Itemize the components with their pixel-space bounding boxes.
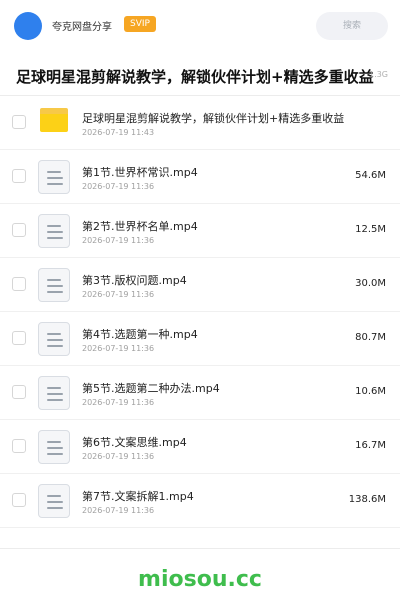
document-icon	[38, 160, 70, 194]
file-name: 第4节.选题第一种.mp4	[82, 328, 198, 341]
footer: miosou.cc	[0, 548, 400, 600]
list-item[interactable]: 第1节.世界杯常识.mp4 2026-07-19 11:36 54.6M	[0, 150, 400, 204]
select-checkbox[interactable]	[12, 493, 26, 507]
select-checkbox[interactable]	[12, 331, 26, 345]
select-checkbox[interactable]	[12, 439, 26, 453]
share-title-row: 足球明星混剪解说教学，解锁伙伴计划+精选多重收益 1.3G	[0, 56, 400, 96]
document-icon	[38, 484, 70, 518]
file-size: 138.6M	[348, 494, 386, 505]
file-date: 2026-07-19 11:36	[82, 452, 155, 461]
file-size: 80.7M	[355, 332, 386, 343]
file-date: 2026-07-19 11:36	[82, 398, 155, 407]
page-title: 足球明星混剪解说教学，解锁伙伴计划+精选多重收益	[16, 68, 374, 86]
list-item[interactable]: 足球明星混剪解说教学，解锁伙伴计划+精选多重收益 2026-07-19 11:4…	[0, 96, 400, 150]
total-size: 1.3G	[369, 70, 388, 79]
file-size: 12.5M	[355, 224, 386, 235]
file-name: 第5节.选题第二种办法.mp4	[82, 382, 220, 395]
document-icon	[38, 430, 70, 464]
file-size: 54.6M	[355, 170, 386, 181]
file-name: 第7节.文案拆解1.mp4	[82, 490, 194, 503]
list-item[interactable]: 第7节.文案拆解1.mp4 2026-07-19 11:36 138.6M	[0, 474, 400, 528]
file-size: 16.7M	[355, 440, 386, 451]
file-name: 第2节.世界杯名单.mp4	[82, 220, 198, 233]
select-checkbox[interactable]	[12, 169, 26, 183]
document-icon	[38, 214, 70, 248]
file-date: 2026-07-19 11:36	[82, 506, 155, 515]
file-name: 第3节.版权问题.mp4	[82, 274, 187, 287]
list-item[interactable]: 第6节.文案思维.mp4 2026-07-19 11:36 16.7M	[0, 420, 400, 474]
list-item[interactable]: 第4节.选题第一种.mp4 2026-07-19 11:36 80.7M	[0, 312, 400, 366]
document-icon	[38, 322, 70, 356]
file-size: 10.6M	[355, 386, 386, 397]
file-list: 足球明星混剪解说教学，解锁伙伴计划+精选多重收益 2026-07-19 11:4…	[0, 96, 400, 528]
file-name: 第1节.世界杯常识.mp4	[82, 166, 198, 179]
header-bar: 夸克网盘分享 SVIP 搜索	[0, 0, 400, 52]
document-icon	[38, 268, 70, 302]
list-item[interactable]: 第2节.世界杯名单.mp4 2026-07-19 11:36 12.5M	[0, 204, 400, 258]
search-button[interactable]: 搜索	[316, 12, 388, 40]
site-watermark: miosou.cc	[138, 567, 262, 592]
file-date: 2026-07-19 11:36	[82, 344, 155, 353]
file-name: 足球明星混剪解说教学，解锁伙伴计划+精选多重收益	[82, 112, 345, 125]
svip-badge: SVIP	[124, 16, 156, 32]
app-name: 夸克网盘分享	[52, 22, 112, 33]
select-checkbox[interactable]	[12, 223, 26, 237]
file-date: 2026-07-19 11:43	[82, 128, 155, 137]
file-date: 2026-07-19 11:36	[82, 236, 155, 245]
document-icon	[38, 376, 70, 410]
select-checkbox[interactable]	[12, 385, 26, 399]
list-item[interactable]: 第5节.选题第二种办法.mp4 2026-07-19 11:36 10.6M	[0, 366, 400, 420]
list-item[interactable]: 第3节.版权问题.mp4 2026-07-19 11:36 30.0M	[0, 258, 400, 312]
select-checkbox[interactable]	[12, 115, 26, 129]
select-checkbox[interactable]	[12, 277, 26, 291]
file-date: 2026-07-19 11:36	[82, 182, 155, 191]
avatar[interactable]	[14, 12, 42, 40]
file-size: 30.0M	[355, 278, 386, 289]
file-name: 第6节.文案思维.mp4	[82, 436, 187, 449]
folder-icon	[38, 106, 70, 140]
file-date: 2026-07-19 11:36	[82, 290, 155, 299]
